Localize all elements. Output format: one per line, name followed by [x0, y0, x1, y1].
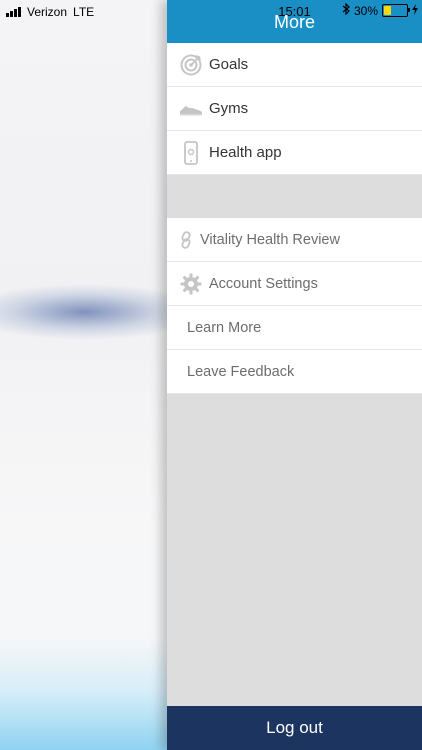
menu-item-account-settings[interactable]: Account Settings — [167, 262, 422, 306]
logout-button[interactable]: Log out — [167, 706, 422, 750]
menu-item-label: Health app — [209, 144, 282, 161]
menu-item-label: Goals — [209, 56, 249, 73]
side-drawer: 15:01 30% More Goals Gyms Health app Vit… — [167, 0, 422, 750]
menu-item-vitality-health-review[interactable]: Vitality Health Review — [167, 218, 422, 262]
shoe-icon — [179, 97, 203, 121]
menu-item-label: Vitality Health Review — [200, 231, 340, 248]
carrier-label: Verizon — [27, 5, 68, 19]
menu-item-label: Gyms — [209, 100, 249, 117]
drawer-header: 15:01 30% More — [167, 0, 422, 43]
network-label: LTE — [73, 5, 95, 19]
menu-item-label: Leave Feedback — [187, 363, 295, 380]
gear-icon — [179, 272, 203, 296]
page-title: More — [273, 12, 315, 32]
menu-primary: Goals Gyms Health app — [167, 43, 422, 175]
menu-secondary: Vitality Health Review Account Settings … — [167, 218, 422, 394]
blurred-background — [0, 0, 167, 750]
menu-item-health-app[interactable]: Health app — [167, 131, 422, 175]
phone-icon — [179, 140, 203, 165]
target-icon — [179, 53, 203, 77]
menu-item-gyms[interactable]: Gyms — [167, 87, 422, 131]
menu-item-goals[interactable]: Goals — [167, 43, 422, 87]
menu-item-learn-more[interactable]: Learn More — [167, 306, 422, 350]
menu-item-label: Account Settings — [209, 275, 318, 292]
menu-item-leave-feedback[interactable]: Leave Feedback — [167, 350, 422, 394]
link-icon — [177, 228, 195, 252]
menu-item-label: Learn More — [187, 319, 262, 336]
status-bar-left: Verizon LTE — [6, 4, 94, 20]
signal-icon — [6, 7, 21, 17]
